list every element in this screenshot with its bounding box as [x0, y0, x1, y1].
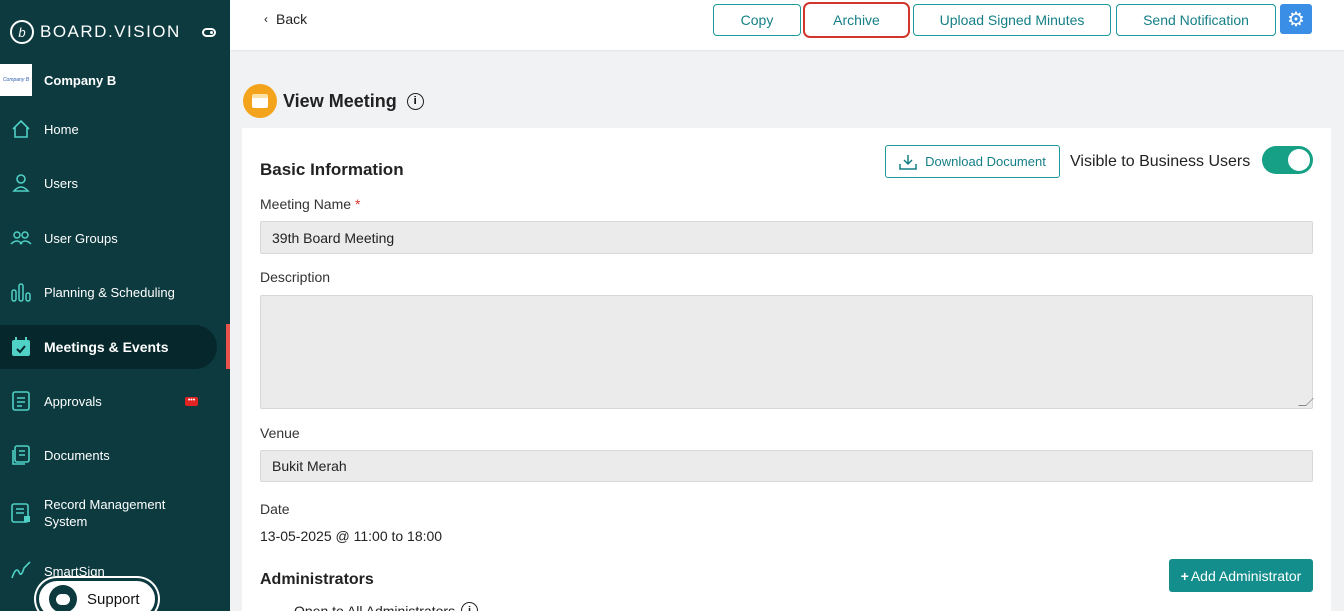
sidebar: b BOARD.VISION Company B Company B Home …	[0, 0, 230, 611]
sidebar-item-records[interactable]: Record Management System	[0, 491, 217, 535]
send-notification-button[interactable]: Send Notification	[1116, 4, 1276, 36]
venue-field[interactable]: Bukit Merah	[260, 450, 1313, 482]
back-label: Back	[276, 11, 308, 27]
sidebar-item-label: Planning & Scheduling	[44, 284, 175, 300]
calendar-icon	[243, 84, 277, 118]
chevron-left-icon: ‹	[264, 12, 268, 26]
meeting-name-field[interactable]: 39th Board Meeting	[260, 221, 1313, 254]
topbar: ‹ Back Copy Archive Upload Signed Minute…	[230, 0, 1344, 50]
date-label: Date	[260, 501, 290, 517]
company-switcher[interactable]: Company B Company B	[0, 64, 116, 96]
info-icon[interactable]: i	[406, 92, 424, 110]
calendar-check-icon	[10, 336, 32, 358]
upload-signed-minutes-button[interactable]: Upload Signed Minutes	[913, 4, 1111, 36]
download-icon	[899, 154, 917, 170]
signature-icon	[10, 560, 32, 582]
copy-button[interactable]: Copy	[713, 4, 801, 36]
visible-to-business-users-label: Visible to Business Users	[1070, 153, 1251, 170]
required-marker: *	[354, 196, 361, 212]
back-link[interactable]: ‹ Back	[264, 11, 307, 27]
sidebar-item-user-groups[interactable]: User Groups	[0, 216, 217, 260]
sidebar-item-label: Record Management System	[44, 497, 166, 529]
meeting-details-card: Basic Information Download Document Visi…	[242, 128, 1331, 611]
chat-icon	[49, 585, 77, 611]
sidebar-item-label: User Groups	[44, 230, 118, 246]
sidebar-item-label: Meetings & Events	[44, 338, 169, 355]
download-document-label: Download Document	[925, 154, 1046, 169]
open-to-all-administrators-label: Open to All Administrators	[294, 602, 456, 611]
brand-name: BOARD.VISION	[40, 22, 181, 41]
sidebar-item-label: Approvals	[44, 393, 102, 409]
archive-button[interactable]: Archive	[803, 2, 910, 38]
sidebar-item-label: SmartSign	[44, 563, 105, 579]
sidebar-item-label: Users	[44, 175, 78, 191]
bar-chart-icon	[10, 281, 32, 303]
sidebar-item-documents[interactable]: Documents	[0, 433, 217, 477]
add-administrator-label: Add Administrator	[1190, 567, 1302, 584]
brand-logo-icon: b	[10, 20, 34, 44]
brand[interactable]: b BOARD.VISION	[10, 20, 181, 44]
page-title: View Meeting	[283, 90, 397, 111]
settings-button[interactable]: ⚙	[1280, 4, 1312, 34]
description-label: Description	[260, 269, 331, 285]
add-administrator-button[interactable]: + Add Administrator	[1169, 559, 1313, 592]
company-name: Company B	[44, 72, 117, 88]
sidebar-item-approvals[interactable]: Approvals •••	[0, 379, 217, 423]
basic-information-title: Basic Information	[260, 160, 404, 179]
record-icon	[10, 502, 32, 524]
page-header: View Meeting i	[243, 84, 424, 118]
active-indicator	[226, 324, 230, 369]
documents-icon	[10, 444, 32, 466]
sidebar-item-label: Documents	[44, 447, 110, 463]
administrators-title: Administrators	[260, 571, 374, 588]
gear-icon: ⚙	[1287, 8, 1305, 31]
download-document-button[interactable]: Download Document	[885, 145, 1060, 178]
date-value: 13-05-2025 @ 11:00 to 18:00	[260, 528, 443, 544]
company-logo: Company B	[0, 64, 32, 96]
support-label: Support	[87, 590, 140, 608]
sidebar-toggle-icon[interactable]	[202, 28, 216, 37]
user-group-icon	[10, 227, 32, 249]
home-icon	[10, 118, 32, 140]
meeting-name-label-text: Meeting Name	[260, 196, 352, 212]
description-field[interactable]	[260, 295, 1314, 409]
open-to-all-administrators[interactable]: Open to All Administrators i	[294, 602, 479, 611]
visible-to-business-users-toggle[interactable]	[1262, 146, 1313, 174]
plus-icon: +	[1180, 567, 1189, 584]
sidebar-item-label: Home	[44, 121, 79, 137]
sidebar-item-meetings[interactable]: Meetings & Events	[0, 325, 217, 369]
resize-handle-icon[interactable]	[1298, 398, 1314, 406]
sidebar-item-home[interactable]: Home	[0, 107, 217, 151]
support-button[interactable]: Support	[36, 578, 158, 611]
user-icon	[10, 172, 32, 194]
notification-badge: •••	[185, 397, 198, 406]
meeting-name-label: Meeting Name *	[260, 196, 360, 212]
venue-label: Venue	[260, 425, 300, 441]
document-list-icon	[10, 390, 32, 412]
sidebar-item-planning[interactable]: Planning & Scheduling	[0, 270, 217, 314]
info-icon[interactable]: i	[461, 602, 479, 611]
sidebar-item-users[interactable]: Users	[0, 161, 217, 205]
